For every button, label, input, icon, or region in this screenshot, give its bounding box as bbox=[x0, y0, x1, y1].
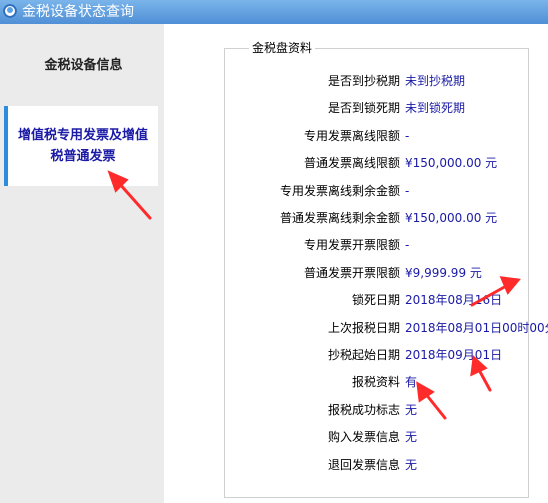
info-label: 普通发票开票限额 bbox=[303, 265, 400, 280]
info-value: 未到锁死期 bbox=[405, 101, 466, 116]
nav-item-label: 金税设备信息 bbox=[44, 57, 123, 73]
info-label: 普通发票离线剩余金额 bbox=[279, 211, 400, 225]
sidebar: 金税设备信息 增值税专用发票及增值税普通发票 bbox=[0, 24, 164, 503]
app-icon bbox=[3, 4, 17, 18]
info-value: 2018年08月16日 bbox=[405, 293, 503, 308]
info-value: 无 bbox=[405, 402, 418, 417]
info-row: 报税成功标志无 bbox=[225, 396, 530, 424]
tax-disk-info-group: 金税盘资料 是否到抄税期 未到抄税期 是否到锁死期 未到锁死期 专用发票离线限额 - 普通发… bbox=[224, 41, 548, 498]
info-label: 专用发票开票限额 bbox=[303, 238, 400, 253]
info-label: 抄税起始日期 bbox=[327, 348, 400, 362]
nav-item-label: 增值税专用发票及增值税普通发票 bbox=[17, 128, 148, 164]
info-row: 普通发票离线剩余金额 ¥150,000.00 元 bbox=[225, 204, 530, 232]
info-row: 购入发票信息无 bbox=[225, 423, 530, 451]
info-value: 2018年08月01日00时00分 bbox=[405, 320, 548, 335]
info-label: 是否到锁死期 bbox=[327, 101, 400, 116]
info-label: 购入发票信息 bbox=[327, 430, 400, 445]
info-row: 普通发票开票限额 ¥9,999.99 元 bbox=[225, 259, 530, 287]
main-panel: 金税盘资料 是否到抄税期 未到抄税期 是否到锁死期 未到锁死期 专用发票离线限额 - 普通发… bbox=[164, 24, 548, 503]
info-label: 专用发票离线限额 bbox=[303, 128, 400, 143]
nav-item-vat-invoices[interactable]: 增值税专用发票及增值税普通发票 bbox=[4, 106, 158, 186]
info-row: 上次报税日期 2018年08月01日00时00分 bbox=[225, 314, 548, 342]
window-title: 金税设备状态查询 bbox=[22, 4, 134, 20]
info-row: 专用发票开票限额 - bbox=[225, 231, 530, 259]
info-label: 报税成功标志 bbox=[327, 402, 400, 417]
info-label: 普通发票离线限额 bbox=[303, 156, 400, 171]
info-row: 报税资料有 bbox=[225, 368, 530, 396]
info-row: 抄税起始日期 2018年09月01日 bbox=[225, 341, 530, 369]
nav-item-device-info[interactable]: 金税设备信息 bbox=[5, 24, 162, 106]
info-row: 专用发票离线剩余金额 - bbox=[225, 177, 530, 205]
info-value: ¥9,999.99 元 bbox=[405, 265, 482, 280]
info-label: 退回发票信息 bbox=[327, 457, 400, 472]
info-value: 2018年09月01日 bbox=[405, 348, 503, 362]
group-legend: 金税盘资料 bbox=[249, 41, 316, 55]
info-value: - bbox=[405, 183, 410, 198]
info-value: - bbox=[405, 238, 410, 253]
info-label: 报税资料 bbox=[351, 375, 400, 390]
info-value: - bbox=[405, 128, 410, 143]
info-value: ¥150,000.00 元 bbox=[405, 156, 498, 171]
info-row: 退回发票信息无 bbox=[225, 451, 530, 479]
info-row: 是否到锁死期 未到锁死期 bbox=[225, 94, 530, 122]
info-value: 无 bbox=[405, 457, 418, 472]
info-row: 普通发票离线限额 ¥150,000.00 元 bbox=[225, 149, 530, 177]
info-label: 上次报税日期 bbox=[327, 320, 400, 335]
info-label: 专用发票离线剩余金额 bbox=[279, 183, 400, 198]
info-row: 是否到抄税期 未到抄税期 bbox=[225, 67, 530, 95]
info-row: 锁死日期 2018年08月16日 bbox=[225, 286, 530, 314]
info-row: 专用发票离线限额 - bbox=[225, 122, 530, 150]
info-value: ¥150,000.00 元 bbox=[405, 211, 498, 225]
info-label: 锁死日期 bbox=[351, 293, 400, 308]
info-value: 有 bbox=[405, 375, 418, 390]
info-value: 未到抄税期 bbox=[405, 74, 466, 88]
window-titlebar: 金税设备状态查询 bbox=[0, 0, 548, 24]
info-label: 是否到抄税期 bbox=[327, 74, 400, 88]
info-value: 无 bbox=[405, 430, 418, 445]
